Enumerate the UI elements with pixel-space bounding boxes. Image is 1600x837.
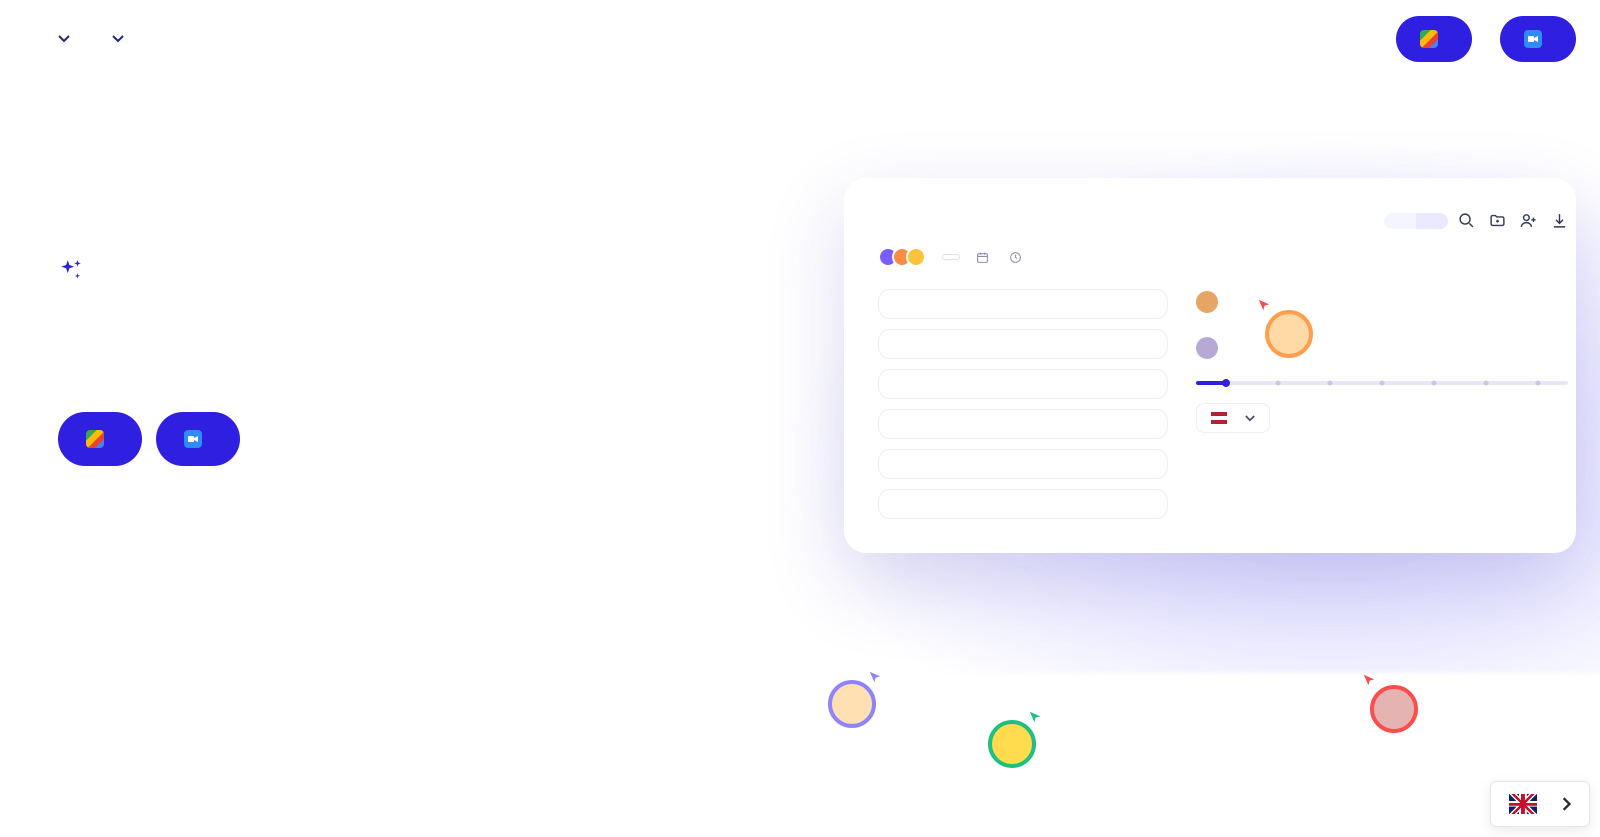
timeline-slider[interactable] [1196, 381, 1568, 385]
chevron-down-icon [1245, 415, 1255, 422]
powered-by-tag [58, 258, 94, 284]
avatar [1196, 337, 1218, 359]
add-folder-icon[interactable] [1489, 212, 1506, 229]
hero-cta-zoom[interactable] [156, 412, 240, 466]
zoom-icon [1524, 30, 1542, 48]
header-cta-zoom[interactable] [1500, 16, 1576, 62]
cursor-icon [868, 670, 882, 684]
transcript-entry [1196, 289, 1568, 313]
cursor-icon [1257, 298, 1271, 312]
note-row[interactable] [878, 449, 1168, 479]
note-row[interactable] [878, 489, 1168, 519]
us-flag-icon [1211, 412, 1227, 424]
chevron-right-icon [1561, 797, 1571, 811]
transcript-entry [1196, 335, 1568, 359]
preview-card [844, 178, 1576, 553]
tab-video[interactable] [1384, 213, 1416, 229]
header-cta-meet[interactable] [1396, 16, 1472, 62]
chevron-down-icon [58, 35, 70, 43]
hero-title [58, 310, 804, 368]
add-user-icon[interactable] [1520, 212, 1537, 229]
note-row[interactable] [878, 329, 1168, 359]
nav-roles[interactable] [52, 35, 70, 43]
role-bubble-dev [1370, 685, 1426, 733]
meeting-date [976, 251, 993, 264]
avatar [828, 680, 876, 728]
avatar [988, 720, 1036, 768]
tab-transcript[interactable] [1416, 213, 1448, 229]
pro-badge [942, 254, 960, 260]
note-row[interactable] [878, 369, 1168, 399]
avatar [1196, 291, 1218, 313]
zoom-icon [184, 430, 202, 448]
hero-cta-meet[interactable] [58, 412, 142, 466]
google-meet-icon [1420, 30, 1438, 48]
language-selector[interactable] [1490, 781, 1590, 827]
role-bubble-design [820, 680, 876, 728]
clock-icon [1009, 251, 1022, 264]
search-icon[interactable] [1458, 212, 1475, 229]
participant-avatars [878, 247, 926, 267]
cursor-icon [1362, 673, 1376, 687]
transcribe-language-selector[interactable] [1196, 403, 1270, 433]
avatar [1370, 685, 1418, 733]
note-row[interactable] [878, 289, 1168, 319]
uk-flag-icon [1509, 794, 1537, 814]
meeting-duration [1009, 251, 1026, 264]
chevron-down-icon [112, 35, 124, 43]
sparkle-icon [58, 258, 84, 284]
nav-use-cases[interactable] [106, 35, 124, 43]
role-bubble-sales [980, 720, 1036, 768]
avatar [1265, 310, 1313, 358]
download-icon[interactable] [1551, 212, 1568, 229]
google-meet-icon [86, 430, 104, 448]
cursor-icon [1028, 710, 1042, 724]
role-bubble-cs [1265, 310, 1321, 358]
calendar-icon [976, 251, 989, 264]
note-row[interactable] [878, 409, 1168, 439]
